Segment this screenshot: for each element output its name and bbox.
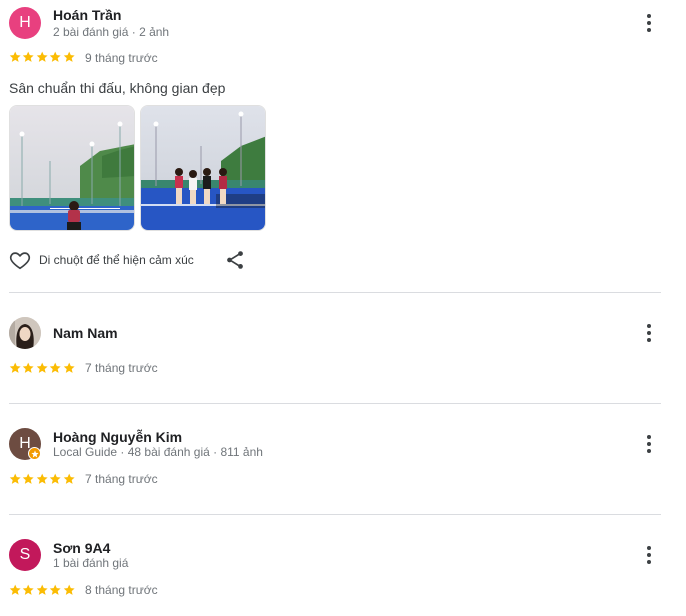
reviewer-name[interactable]: Hoán Trần bbox=[53, 7, 121, 23]
review-time: 7 tháng trước bbox=[85, 361, 158, 375]
more-options-button[interactable] bbox=[638, 433, 660, 455]
reviewer-meta: 2 bài đánh giá · 2 ảnh bbox=[53, 25, 170, 39]
divider bbox=[9, 292, 661, 293]
reviewer-name[interactable]: Hoàng Nguyễn Kim bbox=[53, 429, 182, 445]
more-options-button[interactable] bbox=[638, 322, 660, 344]
review-time: 7 tháng trước bbox=[85, 472, 158, 486]
star-icon bbox=[63, 473, 75, 484]
star-icon bbox=[49, 584, 61, 595]
heart-outline-icon[interactable] bbox=[9, 249, 31, 271]
star-icon bbox=[23, 584, 34, 595]
review-time: 9 tháng trước bbox=[85, 51, 158, 65]
review-photo[interactable] bbox=[9, 105, 135, 231]
reaction-label: Di chuột để thể hiện cảm xúc bbox=[39, 253, 194, 267]
more-options-button[interactable] bbox=[638, 12, 660, 34]
reviewer-name[interactable]: Nam Nam bbox=[53, 325, 118, 341]
avatar[interactable]: S bbox=[9, 539, 41, 571]
star-icon bbox=[49, 51, 61, 62]
star-icon bbox=[63, 362, 75, 373]
avatar[interactable] bbox=[9, 317, 41, 349]
star-icon bbox=[9, 362, 21, 373]
divider bbox=[9, 403, 661, 404]
reviewer-name[interactable]: Sơn 9A4 bbox=[53, 540, 110, 556]
star-icon bbox=[9, 51, 21, 62]
star-icon bbox=[36, 473, 48, 484]
star-rating bbox=[9, 362, 75, 374]
star-icon bbox=[63, 584, 75, 595]
star-icon bbox=[23, 362, 34, 373]
reaction-row: Di chuột để thể hiện cảm xúc bbox=[9, 249, 194, 271]
star-icon bbox=[36, 362, 48, 373]
star-icon bbox=[36, 51, 48, 62]
local-guide-badge-icon bbox=[28, 447, 41, 460]
star-icon bbox=[49, 362, 61, 373]
star-icon bbox=[23, 473, 34, 484]
review-time: 8 tháng trước bbox=[85, 583, 158, 597]
star-rating bbox=[9, 51, 75, 63]
star-rating bbox=[9, 584, 75, 596]
star-icon bbox=[49, 473, 61, 484]
divider bbox=[9, 514, 661, 515]
star-icon bbox=[36, 584, 48, 595]
avatar-letter: H bbox=[19, 14, 31, 31]
star-icon bbox=[23, 51, 34, 62]
star-rating bbox=[9, 473, 75, 485]
reviewer-meta: 1 bài đánh giá bbox=[53, 556, 129, 570]
avatar-letter: S bbox=[19, 546, 31, 563]
more-vert-icon bbox=[647, 546, 651, 550]
more-options-button[interactable] bbox=[638, 544, 660, 566]
share-icon[interactable] bbox=[224, 249, 246, 271]
review-text: Sân chuẩn thi đấu, không gian đẹp bbox=[9, 80, 226, 96]
more-vert-icon bbox=[647, 435, 651, 439]
star-icon bbox=[9, 584, 21, 595]
review-photo[interactable] bbox=[140, 105, 266, 231]
reviewer-meta: Local Guide · 48 bài đánh giá · 811 ảnh bbox=[53, 445, 263, 459]
more-vert-icon bbox=[647, 14, 651, 18]
star-icon bbox=[9, 473, 21, 484]
avatar-photo bbox=[9, 317, 41, 349]
star-icon bbox=[63, 51, 75, 62]
more-vert-icon bbox=[647, 324, 651, 328]
avatar[interactable]: H bbox=[9, 7, 41, 39]
